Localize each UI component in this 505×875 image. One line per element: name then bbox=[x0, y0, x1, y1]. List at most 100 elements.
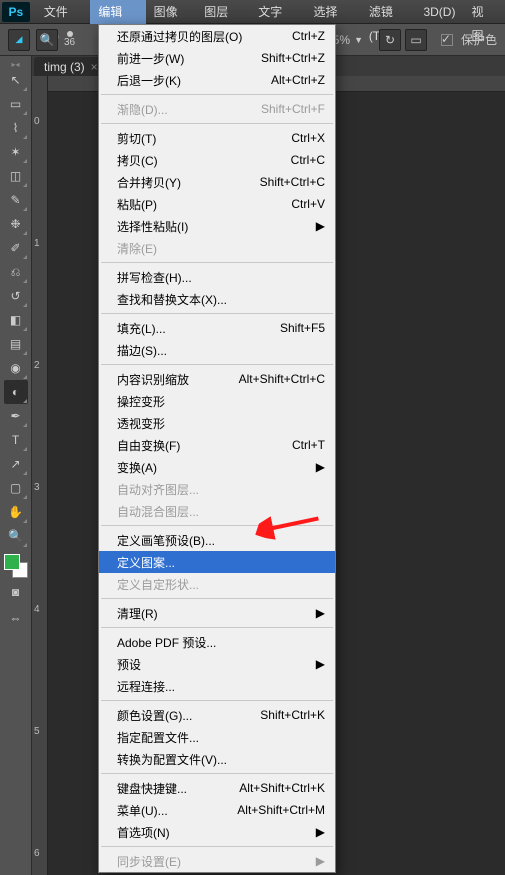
ps-small-icon: ◢ bbox=[16, 34, 23, 45]
screen-mode-toggle[interactable]: ⇔ bbox=[4, 606, 28, 630]
submenu-indicator-icon bbox=[23, 135, 27, 139]
submenu-indicator-icon bbox=[23, 471, 27, 475]
zoom-tool[interactable]: 🔍 bbox=[4, 524, 28, 548]
menu-item-shortcut: Shift+Ctrl+Z bbox=[261, 51, 325, 65]
screen-mode-button[interactable]: ▭ bbox=[405, 29, 427, 51]
zoom-icon-button[interactable]: 🔍 bbox=[36, 29, 58, 51]
healing-tool[interactable]: ❉ bbox=[4, 212, 28, 236]
blur-tool-icon: ◉ bbox=[10, 361, 20, 375]
menu-item-label: 首选项(N) bbox=[117, 824, 316, 841]
menu-item[interactable]: 选择性粘贴(I)▶ bbox=[99, 215, 335, 237]
preserve-color-checkbox[interactable] bbox=[441, 34, 453, 46]
menu-视图[interactable]: 视图 bbox=[463, 0, 503, 24]
menu-item[interactable]: 定义图案... bbox=[99, 551, 335, 573]
type-tool[interactable]: T bbox=[4, 428, 28, 452]
foreground-color[interactable] bbox=[4, 554, 20, 570]
menu-item-shortcut: Ctrl+V bbox=[291, 197, 325, 211]
menu-item[interactable]: 颜色设置(G)...Shift+Ctrl+K bbox=[99, 704, 335, 726]
menu-item[interactable]: 转换为配置文件(V)... bbox=[99, 748, 335, 770]
path-select-tool-icon: ↗ bbox=[10, 457, 20, 471]
menu-item[interactable]: Adobe PDF 预设... bbox=[99, 631, 335, 653]
menu-item-label: 选择性粘贴(I) bbox=[117, 218, 316, 235]
ruler-vertical[interactable]: 0123456 bbox=[32, 76, 48, 875]
menu-item-label: 清除(E) bbox=[117, 240, 325, 257]
menu-item-shortcut: Shift+Ctrl+C bbox=[260, 175, 325, 189]
dodge-tool[interactable]: ◐ bbox=[4, 380, 28, 404]
menu-item[interactable]: 粘贴(P)Ctrl+V bbox=[99, 193, 335, 215]
menu-选择[interactable]: 选择(S) bbox=[306, 0, 361, 24]
menu-separator bbox=[101, 700, 333, 701]
menu-item-label: 颜色设置(G)... bbox=[117, 707, 260, 724]
app-logo: Ps bbox=[2, 2, 30, 22]
marquee-tool[interactable]: ▭ bbox=[4, 92, 28, 116]
ruler-tick: 2 bbox=[34, 360, 40, 371]
blur-tool[interactable]: ◉ bbox=[4, 356, 28, 380]
menu-item[interactable]: 预设▶ bbox=[99, 653, 335, 675]
pen-tool[interactable]: ✒ bbox=[4, 404, 28, 428]
menu-文字[interactable]: 文字(Y) bbox=[250, 0, 305, 24]
crop-tool[interactable]: ◫ bbox=[4, 164, 28, 188]
menu-item-shortcut: Alt+Ctrl+Z bbox=[271, 73, 325, 87]
rotate-view-button[interactable]: ↻ bbox=[379, 29, 401, 51]
menu-滤镜[interactable]: 滤镜(T) bbox=[361, 0, 416, 24]
menu-item[interactable]: 远程连接... bbox=[99, 675, 335, 697]
eyedropper-tool[interactable]: ✎ bbox=[4, 188, 28, 212]
menu-item[interactable]: 操控变形 bbox=[99, 390, 335, 412]
zoom-dropdown-icon[interactable]: ▼ bbox=[354, 35, 363, 45]
menu-separator bbox=[101, 627, 333, 628]
menu-item-label: 剪切(T) bbox=[117, 130, 291, 147]
menu-item[interactable]: 拼写检查(H)... bbox=[99, 266, 335, 288]
menu-图层[interactable]: 图层(L) bbox=[196, 0, 250, 24]
menu-item[interactable]: 首选项(N)▶ bbox=[99, 821, 335, 843]
close-tab-icon[interactable]: × bbox=[91, 57, 98, 77]
move-tool[interactable]: ↖ bbox=[4, 68, 28, 92]
menu-item[interactable]: 菜单(U)...Alt+Shift+Ctrl+M bbox=[99, 799, 335, 821]
menu-文件[interactable]: 文件(F) bbox=[36, 0, 91, 24]
path-select-tool[interactable]: ↗ bbox=[4, 452, 28, 476]
submenu-indicator-icon bbox=[23, 111, 27, 115]
menu-item[interactable]: 键盘快捷键...Alt+Shift+Ctrl+K bbox=[99, 777, 335, 799]
lasso-tool[interactable]: ⌇ bbox=[4, 116, 28, 140]
menu-item[interactable]: 后退一步(K)Alt+Ctrl+Z bbox=[99, 69, 335, 91]
menu-item[interactable]: 自由变换(F)Ctrl+T bbox=[99, 434, 335, 456]
menu-item[interactable]: 查找和替换文本(X)... bbox=[99, 288, 335, 310]
submenu-indicator-icon bbox=[23, 255, 27, 259]
shape-tool[interactable]: ▢ bbox=[4, 476, 28, 500]
menu-item[interactable]: 指定配置文件... bbox=[99, 726, 335, 748]
menu-item[interactable]: 剪切(T)Ctrl+X bbox=[99, 127, 335, 149]
color-swatch[interactable] bbox=[4, 554, 28, 578]
menu-item-label: 菜单(U)... bbox=[117, 802, 237, 819]
menu-图像[interactable]: 图像(I) bbox=[146, 0, 197, 24]
eraser-tool[interactable]: ◧ bbox=[4, 308, 28, 332]
history-brush-tool-icon: ↺ bbox=[10, 289, 20, 303]
hand-tool[interactable]: ✋ bbox=[4, 500, 28, 524]
stamp-tool[interactable]: ⎌ bbox=[4, 260, 28, 284]
menu-item[interactable]: 内容识别缩放Alt+Shift+Ctrl+C bbox=[99, 368, 335, 390]
menu-item[interactable]: 描边(S)... bbox=[99, 339, 335, 361]
menu-item-shortcut: Alt+Shift+Ctrl+M bbox=[237, 803, 325, 817]
menu-item[interactable]: 拷贝(C)Ctrl+C bbox=[99, 149, 335, 171]
menu-item-shortcut: Alt+Shift+Ctrl+C bbox=[239, 372, 325, 386]
panel-grip-icon[interactable]: ▸◂ bbox=[0, 60, 31, 66]
menu-item-label: 填充(L)... bbox=[117, 320, 280, 337]
menu-item[interactable]: 合并拷贝(Y)Shift+Ctrl+C bbox=[99, 171, 335, 193]
tool-preset-button[interactable]: ◢ bbox=[8, 29, 30, 51]
menu-item[interactable]: 还原通过拷贝的图层(O)Ctrl+Z bbox=[99, 25, 335, 47]
menu-item[interactable]: 前进一步(W)Shift+Ctrl+Z bbox=[99, 47, 335, 69]
menu-3d[interactable]: 3D(D) bbox=[415, 0, 463, 24]
history-brush-tool[interactable]: ↺ bbox=[4, 284, 28, 308]
menu-item[interactable]: 变换(A)▶ bbox=[99, 456, 335, 478]
menu-item-shortcut: Alt+Shift+Ctrl+K bbox=[239, 781, 325, 795]
menu-编辑[interactable]: 编辑(E) bbox=[90, 0, 145, 24]
quick-mask-toggle[interactable]: ◙ bbox=[4, 580, 28, 604]
menu-item[interactable]: 填充(L)...Shift+F5 bbox=[99, 317, 335, 339]
menu-item[interactable]: 透视变形 bbox=[99, 412, 335, 434]
brush-tool[interactable]: ✐ bbox=[4, 236, 28, 260]
gradient-tool[interactable]: ▤ bbox=[4, 332, 28, 356]
menu-item[interactable]: 清理(R)▶ bbox=[99, 602, 335, 624]
menu-item-label: 定义自定形状... bbox=[117, 576, 325, 593]
magic-wand-tool[interactable]: ✶ bbox=[4, 140, 28, 164]
brush-size-display[interactable]: 36 bbox=[64, 31, 75, 48]
document-tab[interactable]: timg (3) × bbox=[34, 57, 108, 77]
menu-item-label: 查找和替换文本(X)... bbox=[117, 291, 325, 308]
